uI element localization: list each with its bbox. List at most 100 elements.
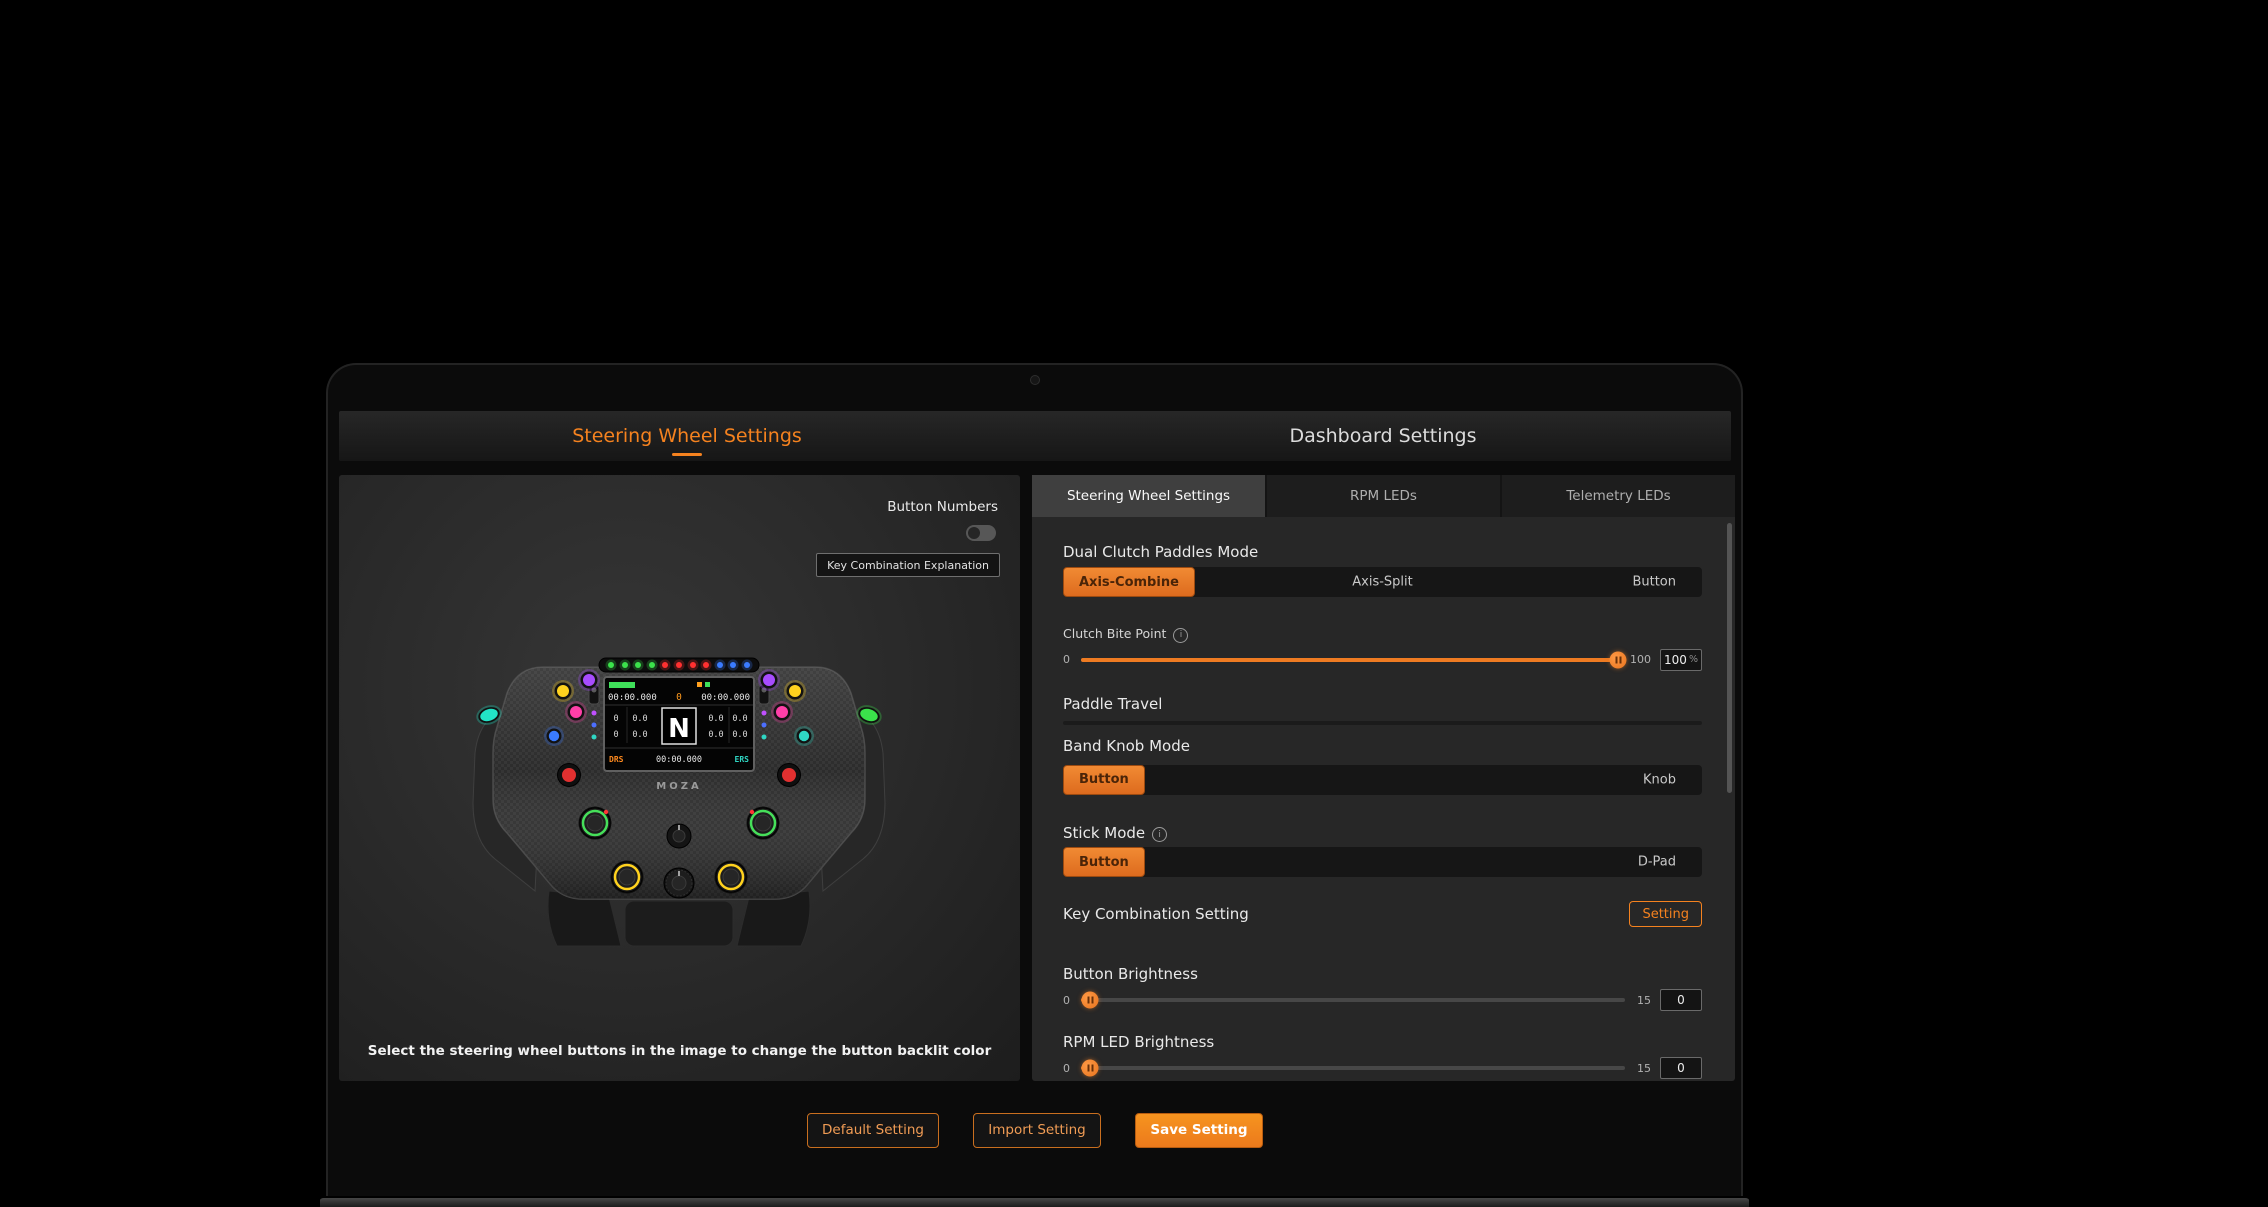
stick-mode-option-button[interactable]: Button — [1063, 847, 1145, 877]
button-numbers-toggle[interactable] — [966, 525, 996, 541]
wheel-knob-yellow-right[interactable] — [715, 861, 748, 894]
screen-cell: 0.0 — [632, 730, 647, 740]
slider-max-label: 100 — [1630, 653, 1651, 666]
dual-clutch-mode-segmented: Axis-Combine Axis-Split Button — [1063, 567, 1702, 597]
button-brightness-value[interactable]: 0 — [1660, 989, 1702, 1011]
stick-mode-label-row: Stick Mode — [1063, 823, 1702, 843]
wheel-button-pink-left[interactable] — [565, 701, 587, 723]
clutch-bite-point-label: Clutch Bite Point — [1063, 626, 1166, 641]
toggle-knob — [968, 527, 980, 539]
rpm-led-brightness-value[interactable]: 0 — [1660, 1057, 1702, 1079]
slider-min-label: 0 — [1063, 1062, 1075, 1075]
button-brightness-label: Button Brightness — [1063, 965, 1702, 983]
main-tab-dashboard-label: Dashboard Settings — [1289, 425, 1476, 447]
band-knob-mode-label: Band Knob Mode — [1063, 737, 1702, 755]
footer-button-bar: Default Setting Import Setting Save Sett… — [339, 1100, 1731, 1160]
screen-drs: DRS — [609, 755, 624, 764]
button-brightness-slider-thumb[interactable] — [1082, 992, 1099, 1009]
default-setting-button[interactable]: Default Setting — [807, 1113, 939, 1148]
slider-fill — [1081, 658, 1618, 662]
screen-gear: N — [668, 714, 690, 744]
right-panel-scrollbar[interactable] — [1727, 523, 1732, 793]
wheel-knob-yellow-left[interactable] — [611, 861, 644, 894]
wheel-preview-panel: Button Numbers Key Combination Explanati… — [339, 475, 1020, 1081]
tab-rpm-leds[interactable]: RPM LEDs — [1267, 475, 1502, 517]
band-knob-option-knob[interactable]: Knob — [1643, 772, 1676, 787]
screen-time-bottom: 00:00.000 — [656, 755, 702, 765]
wheel-knob-center-upper[interactable] — [667, 824, 691, 848]
slider-max-label: 15 — [1637, 994, 1651, 1007]
wheel-button-cyan-right[interactable] — [794, 726, 814, 746]
dual-clutch-option-button[interactable]: Button — [1632, 575, 1676, 590]
wheel-knob-center-lower[interactable] — [664, 868, 694, 898]
save-setting-button[interactable]: Save Setting — [1135, 1113, 1263, 1148]
stick-mode-segmented: Button D-Pad — [1063, 847, 1702, 877]
main-tab-steering-label: Steering Wheel Settings — [572, 425, 802, 447]
screen-cell: 0 — [613, 730, 618, 740]
rpm-led-brightness-value-text: 0 — [1677, 1061, 1685, 1075]
dual-clutch-option-axis-split[interactable]: Axis-Split — [1352, 575, 1413, 590]
band-knob-option-button[interactable]: Button — [1063, 765, 1145, 795]
tab-telemetry-leds[interactable]: Telemetry LEDs — [1502, 475, 1735, 517]
screen-cell: 0 — [613, 714, 618, 724]
clutch-bite-point-slider-thumb[interactable] — [1610, 651, 1627, 668]
screen-ers: ERS — [735, 755, 750, 764]
screen-time-left: 00:00.000 — [608, 693, 657, 703]
screen-cell: 0.0 — [708, 730, 723, 740]
button-numbers-label: Button Numbers — [887, 499, 998, 515]
band-knob-mode-segmented: Button Knob — [1063, 765, 1702, 795]
screen-time-right: 00:00.000 — [701, 693, 750, 703]
slider-min-label: 0 — [1063, 653, 1075, 666]
stick-mode-label: Stick Mode — [1063, 824, 1145, 842]
wheel-screen: 00:00.000 0 00:00.000 0 0.0 0 0.0 0.0 0.… — [604, 677, 754, 771]
steering-wheel-image[interactable]: 00:00.000 0 00:00.000 0 0.0 0 0.0 0.0 0.… — [459, 653, 899, 948]
import-setting-button[interactable]: Import Setting — [973, 1113, 1101, 1148]
button-brightness-slider[interactable] — [1081, 998, 1625, 1002]
main-header: Steering Wheel Settings Dashboard Settin… — [339, 411, 1731, 461]
wheel-button-purple-right[interactable] — [758, 669, 780, 691]
clutch-bite-point-value[interactable]: 100 % — [1660, 649, 1702, 671]
paddle-travel-slider[interactable] — [1063, 721, 1702, 725]
wheel-button-yellow-left[interactable] — [552, 680, 574, 702]
steering-wheel-image-wrap: 00:00.000 0 00:00.000 0 0.0 0 0.0 0.0 0.… — [459, 653, 899, 948]
dual-clutch-option-axis-combine[interactable]: Axis-Combine — [1063, 567, 1195, 597]
wheel-button-red-left[interactable] — [558, 764, 581, 787]
rpm-led-brightness-label: RPM LED Brightness — [1063, 1033, 1702, 1051]
laptop-base — [320, 1196, 1749, 1207]
key-combination-explanation-button[interactable]: Key Combination Explanation — [816, 553, 1000, 577]
app-window: Steering Wheel Settings Dashboard Settin… — [326, 363, 1743, 1205]
wheel-button-red-right[interactable] — [778, 764, 801, 787]
rpm-led-brightness-slider-thumb[interactable] — [1082, 1060, 1099, 1077]
dual-clutch-mode-label: Dual Clutch Paddles Mode — [1063, 517, 1702, 561]
wheel-button-pink-right[interactable] — [771, 701, 793, 723]
wheel-button-yellow-right[interactable] — [784, 680, 806, 702]
wheel-knob-green-right[interactable] — [747, 807, 780, 840]
active-tab-underline — [672, 453, 702, 456]
stick-mode-option-dpad[interactable]: D-Pad — [1638, 855, 1676, 870]
key-combination-row: Key Combination Setting Setting — [1063, 901, 1702, 927]
main-tab-dashboard-settings[interactable]: Dashboard Settings — [1035, 411, 1731, 461]
info-icon[interactable] — [1173, 628, 1188, 643]
screen-lap: 0 — [676, 692, 682, 703]
wheel-button-blue-left[interactable] — [544, 726, 564, 746]
settings-panel: Steering Wheel Settings RPM LEDs Telemet… — [1032, 475, 1735, 1081]
wheel-knob-green-left[interactable] — [579, 807, 612, 840]
tab-steering-wheel-settings[interactable]: Steering Wheel Settings — [1032, 475, 1267, 517]
wheel-selection-hint: Select the steering wheel buttons in the… — [339, 1043, 1020, 1059]
wheel-rpm-leds[interactable] — [599, 658, 759, 672]
main-tab-steering-wheel-settings[interactable]: Steering Wheel Settings — [339, 411, 1035, 461]
clutch-bite-point-slider-row: 0 100 100 % — [1063, 649, 1702, 671]
settings-tab-bar: Steering Wheel Settings RPM LEDs Telemet… — [1032, 475, 1735, 517]
screen-cell: 0.0 — [732, 730, 747, 740]
wheel-button-purple-left[interactable] — [578, 669, 600, 691]
info-icon[interactable] — [1152, 827, 1167, 842]
rpm-led-brightness-slider[interactable] — [1081, 1066, 1625, 1070]
key-combination-setting-button[interactable]: Setting — [1629, 901, 1702, 927]
clutch-bite-point-value-text: 100 — [1664, 653, 1687, 667]
wheel-brand-logo: MOZA — [656, 781, 701, 792]
settings-content: Dual Clutch Paddles Mode Axis-Combine Ax… — [1063, 517, 1702, 1079]
rpm-led-brightness-slider-row: 0 15 0 — [1063, 1057, 1702, 1079]
clutch-bite-point-slider[interactable] — [1081, 658, 1618, 662]
screen-cell: 0.0 — [708, 714, 723, 724]
slider-max-label: 15 — [1637, 1062, 1651, 1075]
